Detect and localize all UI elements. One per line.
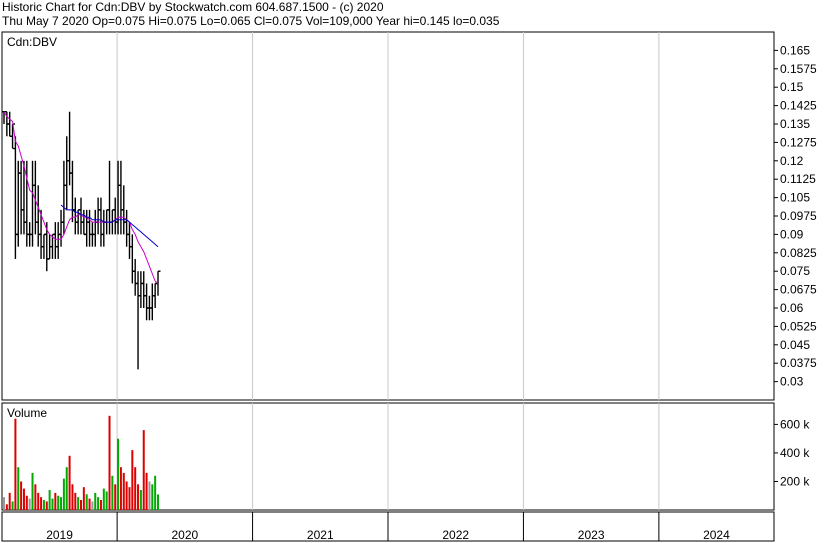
volume-bar (128, 487, 131, 510)
volume-bar (108, 415, 111, 510)
volume-bar (14, 418, 17, 510)
volume-bar (65, 467, 68, 510)
price-tick-label: 0.0825 (780, 246, 817, 260)
volume-bar (48, 490, 51, 510)
price-tick-label: 0.0675 (780, 283, 817, 297)
volume-bar (51, 498, 54, 510)
volume-bar (139, 490, 142, 510)
volume-bar (25, 495, 28, 510)
volume-bar (62, 478, 65, 510)
year-label: 2019 (46, 528, 73, 542)
volume-bar (114, 484, 117, 510)
volume-bar (82, 487, 85, 510)
volume-bar (119, 467, 122, 510)
year-label: 2023 (578, 528, 605, 542)
price-tick-label: 0.12 (780, 154, 804, 168)
volume-bar (94, 492, 97, 510)
price-tick-label: 0.105 (780, 191, 810, 205)
symbol-label: Cdn:DBV (7, 35, 57, 49)
chart-canvas: 2019 2020 2021 2022 2023 2024 0.165 0.1575 0.15 0… (1, 31, 817, 542)
volume-bar (77, 497, 80, 510)
volume-label: Volume (7, 406, 47, 420)
volume-bar (148, 481, 151, 510)
volume-bar (11, 501, 14, 510)
price-tick-label: 0.15 (780, 80, 804, 94)
price-tick-label: 0.03 (780, 375, 804, 389)
volume-bar (3, 497, 5, 510)
volume-bar (17, 467, 20, 510)
volume-bar (99, 500, 102, 510)
price-tick-label: 0.075 (780, 264, 810, 278)
volume-bar (68, 455, 71, 510)
price-tick-label: 0.1575 (780, 62, 817, 76)
volume-bar (97, 497, 100, 510)
volume-bar (88, 498, 91, 510)
volume-bar (102, 488, 105, 510)
volume-bar (134, 467, 137, 510)
volume-bar (31, 472, 34, 510)
volume-bar (122, 472, 125, 510)
price-tick-label: 0.135 (780, 117, 810, 131)
volume-bar (154, 475, 157, 510)
volume-tick-label: 600 k (780, 417, 810, 431)
volume-bar (91, 501, 94, 510)
volume-bar (5, 504, 8, 510)
price-tick-label: 0.165 (780, 43, 810, 57)
price-tick-label: 0.09 (780, 227, 804, 241)
price-tick-label: 0.0975 (780, 209, 817, 223)
volume-bar (28, 498, 31, 510)
volume-bar (74, 492, 77, 510)
volume-bar (125, 481, 128, 510)
volume-bar (37, 492, 40, 510)
volume-bar (71, 484, 74, 510)
price-tick-label: 0.1425 (780, 99, 817, 113)
volume-bar (42, 500, 45, 510)
volume-bar (8, 492, 11, 510)
volume-bar (157, 494, 159, 510)
volume-bar (34, 484, 37, 510)
price-tick-label: 0.0375 (780, 356, 817, 370)
volume-bar (111, 475, 114, 510)
price-tick-label: 0.06 (780, 301, 804, 315)
volume-bar (80, 500, 82, 510)
stock-chart: Historic Chart for Cdn:DBV by Stockwatch… (0, 0, 830, 543)
year-label: 2020 (171, 528, 198, 542)
volume-bar (45, 501, 48, 510)
year-label: 2021 (307, 528, 334, 542)
volume-tick-label: 200 k (780, 474, 810, 488)
volume-bar (54, 492, 57, 510)
volume-bar (22, 488, 25, 510)
price-tick-label: 0.1275 (780, 135, 817, 149)
volume-bar (105, 491, 108, 510)
year-label: 2022 (442, 528, 469, 542)
price-tick-label: 0.045 (780, 338, 810, 352)
price-tick-label: 0.0525 (780, 319, 817, 333)
volume-bar (40, 497, 43, 510)
price-tick-label: 0.1125 (780, 172, 816, 186)
volume-bar (142, 430, 145, 510)
volume-bar (117, 438, 120, 510)
volume-bar (137, 484, 140, 510)
volume-bar (57, 495, 60, 510)
volume-bar (151, 484, 154, 510)
volume-bar (145, 472, 148, 510)
volume-tick-label: 400 k (780, 446, 810, 460)
volume-bar (131, 450, 134, 510)
year-label: 2024 (703, 528, 730, 542)
volume-bar (85, 494, 88, 510)
volume-bar (20, 481, 23, 510)
volume-bar (60, 497, 63, 510)
